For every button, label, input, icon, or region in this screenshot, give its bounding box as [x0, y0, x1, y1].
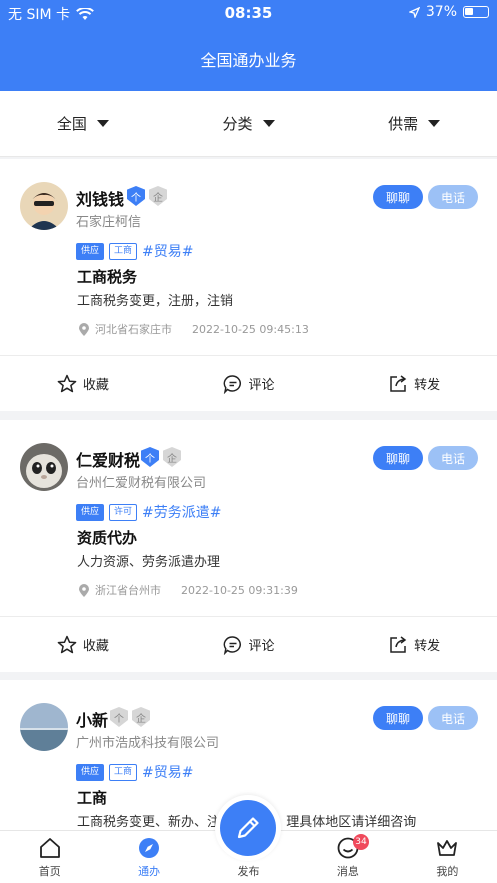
comment-label: 评论	[248, 378, 275, 393]
tag-category: 许可	[109, 503, 138, 521]
avatar[interactable]	[20, 443, 68, 491]
location-pin-icon	[79, 322, 89, 336]
caret-down-icon	[96, 120, 109, 127]
home-icon	[39, 838, 60, 858]
company-name: 台州仁爱财税有限公司	[76, 476, 207, 491]
post-subject: 工商税务	[77, 268, 138, 286]
filter-bar: 全国 分类 供需	[0, 91, 497, 157]
phone-button[interactable]: 电话	[428, 446, 478, 470]
share-button[interactable]: 转发	[331, 356, 497, 411]
post-timestamp: 2022-10-25 09:45:13	[192, 322, 309, 336]
chat-button[interactable]: 聊聊	[373, 185, 423, 209]
user-name[interactable]: 仁爱财税	[76, 447, 140, 471]
star-icon	[57, 374, 77, 392]
comment-label: 评论	[248, 639, 275, 654]
tab-publish-label: 发布	[237, 865, 260, 878]
share-button[interactable]: 转发	[331, 617, 497, 672]
comment-button[interactable]: 评论	[166, 617, 332, 672]
tab-messages[interactable]: 消息	[298, 831, 397, 883]
tab-home-label: 首页	[38, 865, 61, 878]
app-header: 无 SIM 卡 08:35 37% 全国通办业务	[0, 0, 497, 91]
personal-badge: 个	[110, 707, 128, 727]
share-label: 转发	[414, 639, 441, 654]
phone-button[interactable]: 电话	[428, 706, 478, 730]
company-name: 广州市浩成科技有限公司	[76, 736, 220, 751]
favorite-button[interactable]: 收藏	[0, 356, 166, 411]
enterprise-badge: 企	[163, 447, 181, 467]
crown-icon	[437, 840, 458, 856]
avatar[interactable]	[20, 182, 68, 230]
share-icon	[390, 374, 407, 392]
filter-category[interactable]: 分类	[166, 91, 332, 156]
post-description-end: 理具体地区请详细咨询	[286, 815, 417, 830]
hashtag[interactable]: #贸易#	[142, 762, 193, 782]
tag-type: 供应	[76, 503, 105, 521]
tab-mine[interactable]: 我的	[398, 831, 497, 883]
star-icon	[57, 635, 77, 653]
user-name[interactable]: 刘钱钱	[76, 186, 124, 210]
favorite-button[interactable]: 收藏	[0, 617, 166, 672]
battery-icon	[463, 6, 489, 18]
user-name[interactable]: 小新	[76, 707, 108, 731]
hashtag[interactable]: #贸易#	[142, 241, 193, 261]
tag-type: 供应	[76, 242, 105, 260]
compass-icon	[139, 838, 160, 858]
publish-button[interactable]	[215, 795, 281, 861]
filter-supply-demand-label: 供需	[388, 115, 419, 133]
battery-percent: 37%	[425, 4, 457, 20]
caret-down-icon	[428, 120, 441, 127]
post-card: 刘钱钱 个 企 石家庄柯信 聊聊 电话 供应 工商 #贸易# 工商税务 工商税务…	[0, 159, 497, 411]
post-subject: 资质代办	[77, 529, 138, 547]
comment-icon	[223, 635, 241, 655]
chat-button[interactable]: 聊聊	[373, 706, 423, 730]
personal-verified-badge: 个	[141, 447, 159, 467]
avatar[interactable]	[20, 703, 68, 751]
company-name: 石家庄柯信	[76, 215, 142, 230]
location-arrow-icon	[408, 6, 420, 18]
favorite-label: 收藏	[82, 639, 109, 654]
post-description: 人力资源、劳务派遣办理	[77, 555, 221, 570]
location-pin-icon	[79, 583, 89, 597]
filter-supply-demand[interactable]: 供需	[331, 91, 497, 156]
post-description-start: 工商税务变更、新办、注	[77, 815, 221, 830]
page-title: 全国通办业务	[200, 51, 297, 70]
comment-icon	[223, 374, 241, 394]
tab-messages-label: 消息	[336, 865, 359, 878]
tab-tongban[interactable]: 通办	[99, 831, 198, 883]
tag-category: 工商	[109, 242, 138, 260]
chat-button[interactable]: 聊聊	[373, 446, 423, 470]
share-label: 转发	[414, 378, 441, 393]
favorite-label: 收藏	[82, 378, 109, 393]
post-location: 浙江省台州市	[95, 584, 161, 597]
phone-button[interactable]: 电话	[428, 185, 478, 209]
post-description: 工商税务变更，注册，注销	[77, 294, 234, 309]
tab-tongban-label: 通办	[138, 865, 161, 878]
status-bar: 无 SIM 卡 08:35 37%	[0, 0, 497, 26]
share-icon	[390, 635, 407, 653]
pencil-icon	[237, 817, 259, 839]
filter-region-label: 全国	[56, 115, 87, 133]
caret-down-icon	[262, 120, 275, 127]
comment-button[interactable]: 评论	[166, 356, 332, 411]
tab-home[interactable]: 首页	[0, 831, 99, 883]
messages-count-badge: 34	[353, 834, 369, 850]
post-timestamp: 2022-10-25 09:31:39	[181, 583, 298, 597]
hashtag[interactable]: #劳务派遣#	[142, 502, 221, 522]
post-card: 仁爱财税 个 企 台州仁爱财税有限公司 聊聊 电话 供应 许可 #劳务派遣# 资…	[0, 420, 497, 672]
enterprise-badge: 企	[149, 186, 167, 206]
filter-region[interactable]: 全国	[0, 91, 166, 156]
personal-verified-badge: 个	[127, 186, 145, 206]
post-subject: 工商	[77, 789, 108, 807]
tag-type: 供应	[76, 763, 105, 781]
filter-category-label: 分类	[222, 115, 253, 133]
tab-mine-label: 我的	[436, 865, 459, 878]
tag-category: 工商	[109, 763, 138, 781]
post-location: 河北省石家庄市	[95, 323, 172, 336]
enterprise-badge: 企	[132, 707, 150, 727]
